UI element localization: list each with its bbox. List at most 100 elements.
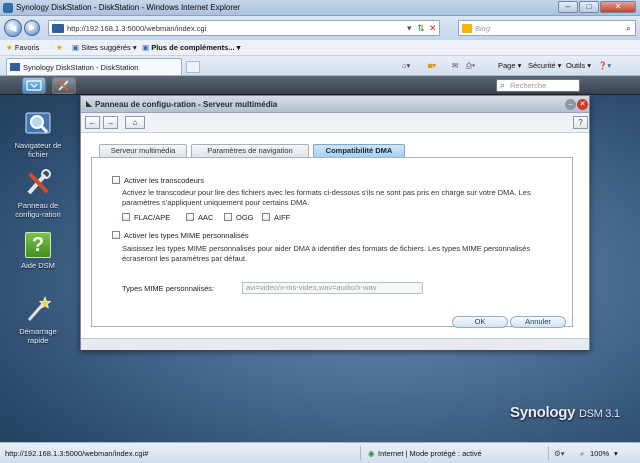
dsm-search-input[interactable]: ⌕ Recherche xyxy=(496,79,580,92)
star-icon: ★ xyxy=(6,43,13,52)
window-close-icon[interactable]: ✕ xyxy=(577,99,588,110)
zoom-dropdown-icon[interactable]: ▾ xyxy=(614,449,618,458)
main-menu-icon xyxy=(26,80,42,91)
dsm-taskbar: ⌕ Recherche xyxy=(0,76,640,95)
stop-icon[interactable]: ✕ xyxy=(429,23,437,34)
status-url: http://192.168.1.3:5000/webman/index.cgi… xyxy=(5,449,149,458)
dsm-main-menu-button[interactable] xyxy=(22,77,46,94)
tools-menu[interactable]: Outils ▾ xyxy=(566,61,591,70)
desktop-icon-label: Navigateur de fichier xyxy=(14,141,62,159)
tab-bar: Synology DiskStation - DiskStation ⌂▾ ◙▾… xyxy=(0,56,640,76)
zoom-level[interactable]: 100% xyxy=(590,449,609,458)
tab-title: Synology DiskStation - DiskStation xyxy=(23,63,139,72)
search-icon: ⌕ xyxy=(500,80,506,90)
window-header[interactable]: ◣ Panneau de configu-ration - Serveur mu… xyxy=(81,96,589,113)
aac-checkbox[interactable] xyxy=(186,213,194,221)
suggested-sites-link[interactable]: ▣ Sites suggérés ▾ xyxy=(72,43,137,52)
maximize-button[interactable]: □ xyxy=(579,1,599,13)
mime-checkbox[interactable] xyxy=(112,231,120,239)
wand-icon xyxy=(27,296,52,321)
brand-version: DSM 3.1 xyxy=(578,408,620,420)
status-separator xyxy=(360,446,361,460)
protected-mode-icon[interactable]: ⚙▾ xyxy=(554,449,565,458)
cancel-button[interactable]: Annuler xyxy=(510,316,566,328)
desktop-icon-control-panel[interactable]: Panneau de configu-ration xyxy=(8,168,68,219)
flac-ape-label: FLAC/APE xyxy=(134,213,171,222)
desktop-icon-quick-start[interactable]: Démarrage rapide xyxy=(8,294,68,345)
desktop-icon-label: Démarrage rapide xyxy=(19,327,57,345)
help-icon: ? xyxy=(25,232,51,258)
favorites-button[interactable]: ★ Favoris xyxy=(6,43,39,52)
settings-content: Serveur multimédia Paramètres de navigat… xyxy=(91,144,573,328)
status-separator xyxy=(548,446,549,460)
tools-icon xyxy=(27,169,51,195)
close-button[interactable]: ✕ xyxy=(600,1,636,13)
dma-compatibility-panel: Activer les transcodeurs Activez le tran… xyxy=(91,157,573,328)
window-toolbar: ← → ⌂ ? xyxy=(81,113,589,133)
desktop-icon-dsm-help[interactable]: ? Aide DSM xyxy=(8,232,68,270)
window-minimize-icon[interactable]: – xyxy=(565,99,576,110)
security-zone[interactable]: Internet | Mode protégé : activé xyxy=(378,449,482,458)
print-icon[interactable]: ⎙▾ xyxy=(466,61,475,71)
forward-button[interactable]: ▶ xyxy=(24,20,40,36)
tab-browse-settings[interactable]: Paramètres de navigation xyxy=(191,144,309,157)
tab-favicon-icon xyxy=(10,63,20,71)
more-addons-link[interactable]: ▣ Plus de compléments... ▾ xyxy=(142,43,240,52)
desktop-icon-file-browser[interactable]: Navigateur de fichier xyxy=(8,108,68,159)
aac-label: AAC xyxy=(198,213,214,222)
site-favicon-icon xyxy=(52,24,64,33)
help-menu[interactable]: ❓▾ xyxy=(598,61,611,70)
window-title: Synology DiskStation - DiskStation - Win… xyxy=(16,3,241,12)
forward-arrow-icon[interactable]: → xyxy=(103,116,118,129)
favorites-bar: ★ Favoris ★ ▣ Sites suggérés ▾ ▣ Plus de… xyxy=(0,40,640,56)
aiff-checkbox[interactable] xyxy=(262,213,270,221)
mime-types-input[interactable]: avi=video/x-ms-video,wav=audio/x-wav xyxy=(242,282,423,294)
synology-brand: Synology DSM 3.1 xyxy=(510,404,620,421)
tab-media-server[interactable]: Serveur multimédia xyxy=(99,144,187,157)
window-status-bar xyxy=(81,338,589,350)
add-favorite-icon[interactable]: ★ xyxy=(56,43,63,52)
mime-field-label: Types MIME personnalisés: xyxy=(122,284,215,293)
ogg-label: OGG xyxy=(236,213,254,222)
back-arrow-icon[interactable]: ← xyxy=(85,116,100,129)
ie-logo-icon xyxy=(3,3,13,13)
transcoder-description: Activez le transcodeur pour lire des fic… xyxy=(122,188,531,207)
home-icon[interactable]: ⌂ xyxy=(125,116,145,129)
ogg-checkbox[interactable] xyxy=(224,213,232,221)
magnifier-folder-icon xyxy=(25,112,51,134)
window-menu-icon[interactable]: ◣ xyxy=(86,99,92,108)
zoom-icon: ⌕ xyxy=(580,449,585,458)
search-placeholder: Bing xyxy=(475,24,491,33)
rss-icon[interactable]: ◙▾ xyxy=(428,61,436,70)
tab-dma-compatibility[interactable]: Compatibilité DMA xyxy=(313,144,405,157)
browser-tab[interactable]: Synology DiskStation - DiskStation xyxy=(6,58,182,75)
browser-status-bar: http://192.168.1.3:5000/webman/index.cgi… xyxy=(0,442,640,463)
dropdown-icon[interactable]: ▾ xyxy=(407,23,412,34)
control-panel-window: ◣ Panneau de configu-ration - Serveur mu… xyxy=(80,95,590,350)
tools-icon xyxy=(58,80,69,91)
transcoder-checkbox[interactable] xyxy=(112,176,120,184)
new-tab-button[interactable] xyxy=(186,61,200,73)
flac-ape-checkbox[interactable] xyxy=(122,213,130,221)
brand-name: Synology xyxy=(510,404,576,421)
dsm-control-panel-button[interactable] xyxy=(52,77,76,94)
help-icon[interactable]: ? xyxy=(573,116,588,129)
search-icon[interactable]: ⌕ xyxy=(626,23,631,34)
window-title: Panneau de configu-ration - Serveur mult… xyxy=(95,100,278,109)
transcoder-label: Activer les transcodeurs xyxy=(124,176,205,185)
bing-logo-icon xyxy=(462,24,472,33)
ok-button[interactable]: OK xyxy=(452,316,508,328)
minimize-button[interactable]: – xyxy=(558,1,578,13)
mime-label: Activer les types MIME personnalisés xyxy=(124,231,249,240)
compat-view-icon[interactable]: ⇅ xyxy=(417,23,425,34)
security-menu[interactable]: Sécurité ▾ xyxy=(528,61,561,70)
home-icon[interactable]: ⌂▾ xyxy=(402,61,410,70)
page-menu[interactable]: Page ▾ xyxy=(498,61,521,70)
address-bar[interactable]: http://192.168.1.3:5000/webman/index.cgi… xyxy=(48,20,440,36)
address-url: http://192.168.1.3:5000/webman/index.cgi xyxy=(67,24,207,33)
mail-icon[interactable]: ✉ xyxy=(452,61,458,70)
back-button[interactable]: ◀ xyxy=(4,19,22,37)
search-box[interactable]: Bing ⌕ xyxy=(458,20,636,36)
dsm-search-placeholder: Recherche xyxy=(510,81,547,90)
mime-description: Saisissez les types MIME personnalisés p… xyxy=(122,244,531,263)
